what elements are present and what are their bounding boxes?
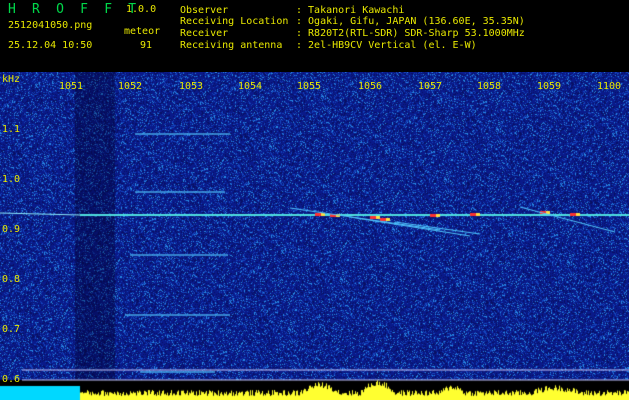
x-tick: 1057 [418, 81, 443, 92]
info-observer-key: Observer [180, 5, 229, 16]
x-tick: 1058 [477, 81, 502, 92]
x-tick: 1054 [238, 81, 263, 92]
app-version: 1.0.0 [126, 4, 157, 15]
y-tick: 1.0 [2, 174, 21, 185]
spectrogram-area [0, 72, 629, 400]
x-tick: 1056 [358, 81, 383, 92]
x-tick: 1053 [179, 81, 204, 92]
y-axis-unit: kHz [2, 74, 21, 85]
info-receiver-key: Receiver [180, 28, 229, 39]
date-time: 25.12.04 10:50 [8, 40, 93, 51]
meteor-count: 91 [140, 40, 153, 51]
y-tick: 0.6 [2, 374, 21, 385]
x-tick: 1059 [537, 81, 562, 92]
info-receiver-value: : R820T2(RTL-SDR) SDR-Sharp 53.1000MHz [296, 28, 525, 39]
x-tick: 1051 [59, 81, 84, 92]
x-tick: 1055 [297, 81, 322, 92]
y-tick: 0.8 [2, 274, 21, 285]
y-tick: 1.1 [2, 124, 21, 135]
y-tick: 0.7 [2, 324, 21, 335]
info-observer-value: : Takanori Kawachi [296, 5, 405, 16]
info-antenna-key: Receiving antenna [180, 40, 283, 51]
info-antenna-value: : 2el-HB9CV Vertical (el. E-W) [296, 40, 477, 51]
y-tick: 0.9 [2, 224, 21, 235]
meteor-label: meteor [124, 26, 161, 37]
x-tick: 1100 [597, 81, 622, 92]
app-title: H R O F F T [8, 2, 141, 17]
info-location-value: : Ogaki, Gifu, JAPAN (136.60E, 35.35N) [296, 16, 525, 27]
header-panel: H R O F F T 1.0.0 2512041050.png 25.12.0… [0, 0, 629, 72]
x-tick: 1052 [118, 81, 143, 92]
file-name: 2512041050.png [8, 20, 93, 31]
spectrogram-canvas [0, 72, 629, 400]
info-location-key: Receiving Location [180, 16, 289, 27]
